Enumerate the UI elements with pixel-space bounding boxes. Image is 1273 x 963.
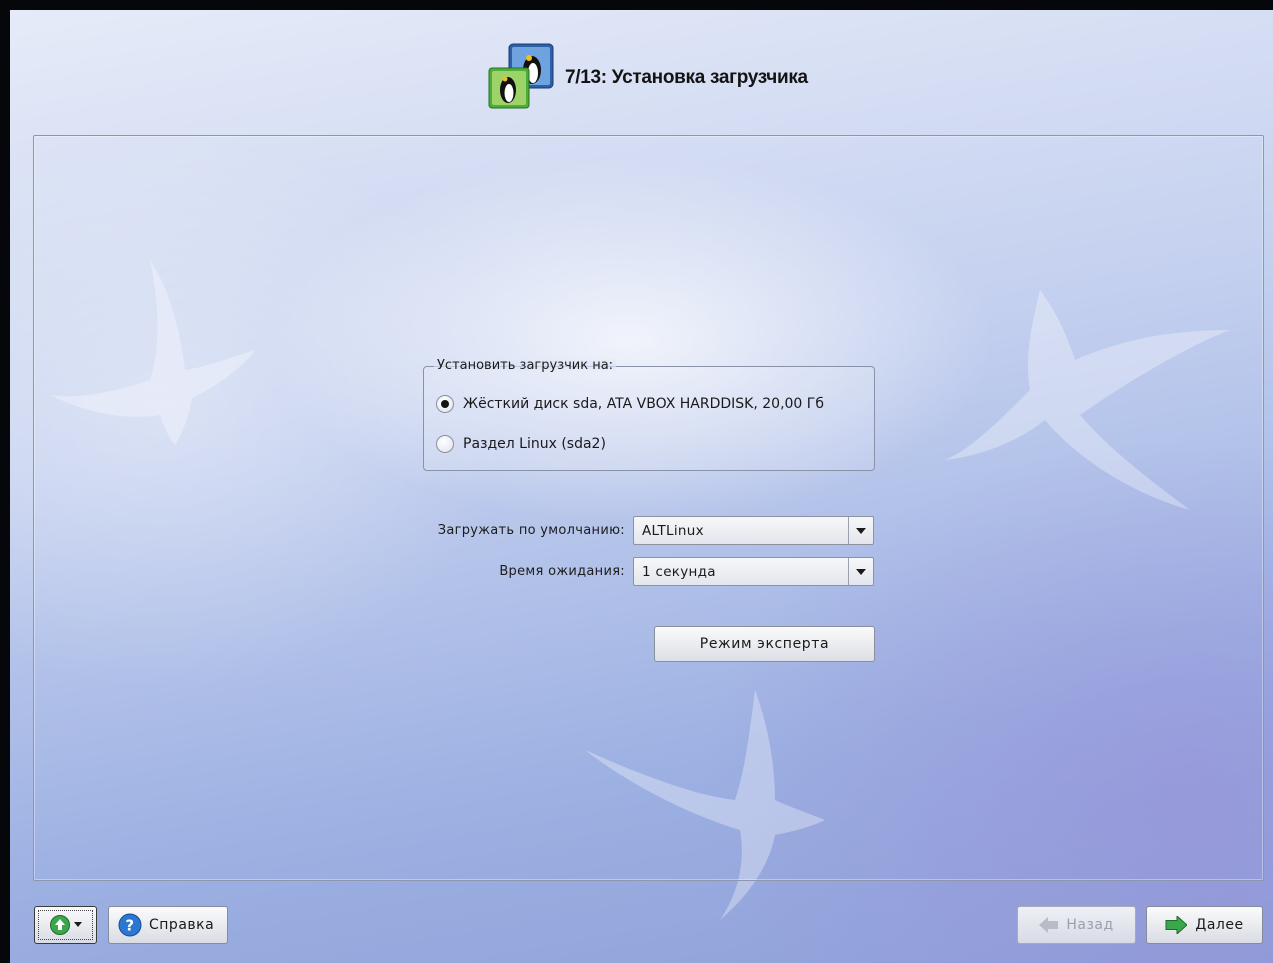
page-title: 7/13: Установка загрузчика <box>565 66 808 88</box>
radio-option-linux-partition[interactable]: Раздел Linux (sda2) <box>436 435 606 453</box>
timeout-label: Время ожидания: <box>499 564 625 579</box>
timeout-value: 1 секунда <box>642 564 716 580</box>
right-arrow-icon <box>1165 916 1188 934</box>
chevron-down-icon <box>74 922 82 928</box>
default-boot-label: Загружать по умолчанию: <box>437 523 625 538</box>
penguins-installer-icon <box>485 42 557 114</box>
back-button[interactable]: Назад <box>1017 906 1136 944</box>
help-button[interactable]: ? Справка <box>108 906 228 944</box>
help-icon: ? <box>118 913 142 937</box>
left-arrow-icon <box>1039 917 1059 933</box>
radio-button-checked[interactable] <box>436 395 454 413</box>
step-header: 7/13: Установка загрузчика <box>485 40 808 115</box>
bootloader-target-group: Установить загрузчик на: Жёсткий диск sd… <box>423 358 875 471</box>
expert-mode-button[interactable]: Режим эксперта <box>654 626 875 662</box>
content-frame <box>33 135 1264 881</box>
next-label: Далее <box>1195 917 1244 933</box>
group-legend: Установить загрузчик на: <box>434 358 617 373</box>
chevron-down-icon[interactable] <box>848 517 873 544</box>
help-label: Справка <box>149 917 215 933</box>
chevron-down-icon[interactable] <box>848 558 873 585</box>
back-label: Назад <box>1066 917 1114 933</box>
timeout-select[interactable]: 1 секунда <box>633 557 874 586</box>
radio-button-unchecked[interactable] <box>436 435 454 453</box>
default-boot-select[interactable]: ALTLinux <box>633 516 874 545</box>
installer-screen: 7/13: Установка загрузчика Установить за… <box>10 10 1273 963</box>
default-boot-value: ALTLinux <box>642 523 704 539</box>
next-button[interactable]: Далее <box>1146 906 1263 944</box>
svg-text:?: ? <box>125 917 134 935</box>
radio-label: Раздел Linux (sda2) <box>463 436 606 452</box>
installer-menu-button[interactable] <box>34 906 97 944</box>
radio-label: Жёсткий диск sda, ATA VBOX HARDDISK, 20,… <box>463 396 824 412</box>
up-arrow-menu-icon <box>49 914 71 936</box>
radio-option-hard-disk[interactable]: Жёсткий диск sda, ATA VBOX HARDDISK, 20,… <box>436 395 824 413</box>
